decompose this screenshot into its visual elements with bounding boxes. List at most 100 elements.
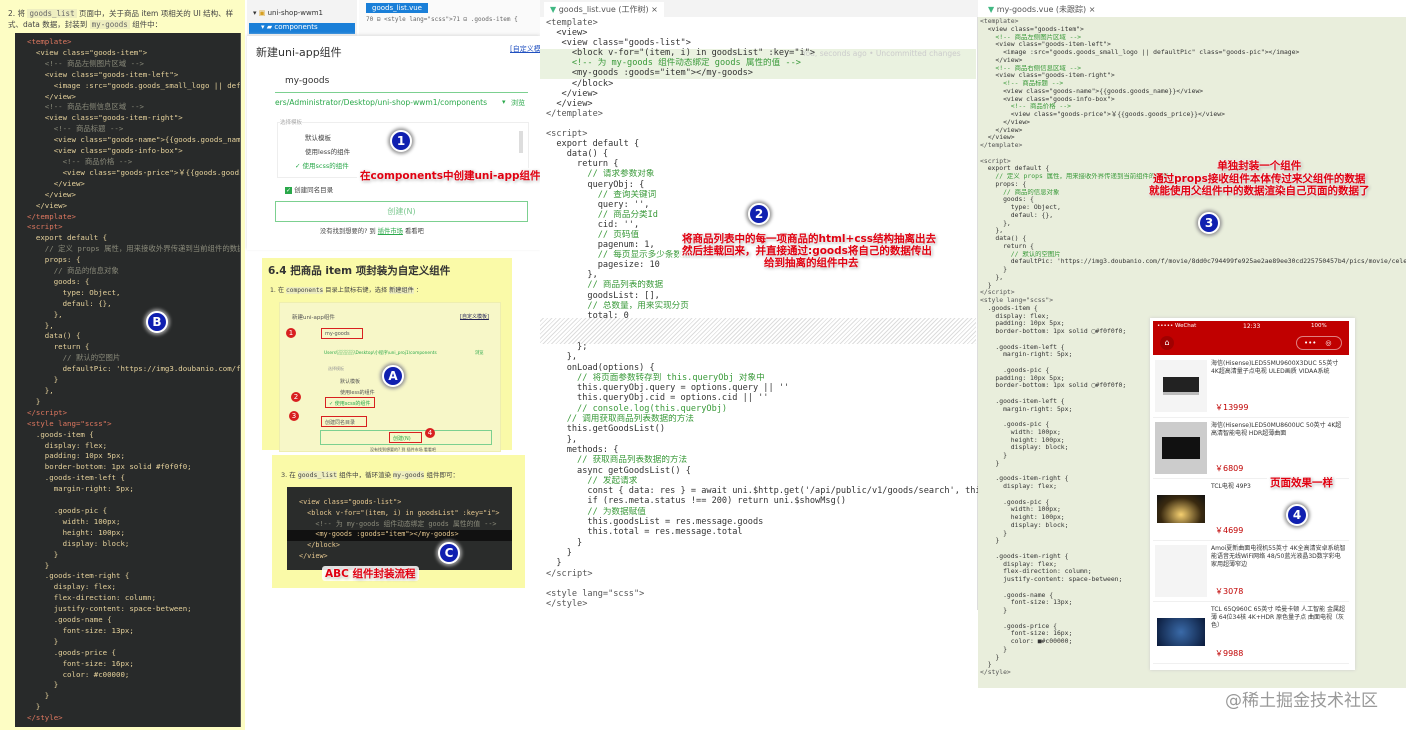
more-icon[interactable]: •••: [1297, 339, 1316, 347]
callout-abc: ABC: [325, 568, 349, 580]
inline-code: 新建组件: [389, 287, 414, 294]
create-button[interactable]: 创建(N): [275, 201, 528, 222]
code-line: <view class="goods-item-right">: [980, 72, 1115, 80]
code-line: </view>: [27, 178, 85, 188]
dialog-footer: 没有找到想要的? 到 插件市场 看看吧: [320, 226, 424, 235]
goods-name: 海信(Hisense)LED50MU8600UC 50英寸 4K超高清智能电视 …: [1211, 421, 1342, 437]
code-line: // 总数量，用来实现分页: [546, 300, 689, 311]
goods-pic: [1155, 360, 1207, 412]
scrollbar[interactable]: [519, 131, 523, 153]
goods-item[interactable]: TCL 65Q960C 65英寸 哈曼卡顿 人工智能 金属超薄 64位34核 4…: [1153, 602, 1349, 664]
tab-label: goods_list.vue (工作树): [558, 5, 649, 14]
template-option-default[interactable]: 默认模板: [305, 132, 331, 142]
close-target-icon[interactable]: ◎: [1316, 339, 1331, 347]
goods-item[interactable]: 海信(Hisense)LED55MU9600X3DUC 55英寸 4K超高清量子…: [1153, 356, 1349, 418]
code-lines: <template> <view class="goods-item"> <!-…: [27, 37, 241, 724]
code-line: <!-- 为 my-goods 组件动态绑定 goods 属性的值 -->: [546, 58, 801, 69]
code-line: },: [27, 320, 54, 330]
goods-list: 海信(Hisense)LED55MU9600X3DUC 55英寸 4K超高清量子…: [1153, 356, 1349, 664]
background-code: 70 ⊟ <style lang="scss">71 ⊟ .goods-item…: [366, 16, 518, 24]
code-line: <block v-for="(item, i) in goodsList" :k…: [546, 48, 816, 59]
code-line: // 为数据赋值: [546, 506, 646, 517]
wechat-phone-preview: ••••• WeChat 12:33 100% ⌂ ••• ◎ 海信(Hisens…: [1150, 318, 1355, 670]
code-line: <!-- 商品标题 -->: [980, 80, 1064, 87]
code-line: }: [546, 558, 562, 569]
template-legend: 选择模板: [328, 366, 344, 371]
code-line: },: [546, 352, 578, 363]
code-line: // 商品的信息对象: [27, 266, 119, 276]
callout-abc-flow: ABC 组件封装流程: [322, 566, 419, 581]
browse-button[interactable]: 浏览: [511, 98, 525, 108]
step-3-instruction: 3. 在 goods_list 组件中，循环渲染 my-goods 组件即可：: [281, 469, 459, 479]
home-icon[interactable]: ⌂: [1160, 336, 1174, 350]
code-line: type: Object,: [27, 287, 121, 297]
tab-goods-list-vue[interactable]: ▼ goods_list.vue (工作树) ×: [544, 2, 664, 17]
code-line: goodsList: [],: [546, 290, 660, 301]
code-line: <view class="goods-name">{{goods.goods_n…: [53, 135, 241, 145]
code-line: <!-- 商品价格 -->: [27, 156, 133, 166]
code-line: <view class="goods-list">: [299, 498, 402, 506]
close-icon[interactable]: ×: [1089, 5, 1096, 14]
code-line: </view>: [299, 551, 328, 560]
badge-2: 2: [748, 203, 770, 225]
path-input[interactable]: ers/Administrator/Desktop/uni-shop-wwm1/…: [275, 98, 515, 107]
tree-item-project[interactable]: ▾ ▣ uni-shop-wwm1: [253, 9, 323, 17]
path-dropdown[interactable]: ▾: [502, 98, 506, 106]
template-option-less[interactable]: 使用less的组件: [305, 146, 350, 156]
code-line: flex-direction: column;: [27, 593, 157, 603]
capsule-menu[interactable]: ••• ◎: [1296, 336, 1342, 350]
code-line: <view class="goods-list">: [546, 38, 691, 49]
code-line: </view>: [27, 189, 76, 199]
goods-name: 海信(Hisense)LED55MU9600X3DUC 55英寸 4K超高清量子…: [1211, 360, 1339, 375]
code-lines-bottom: }; }, onLoad(options) { // 将页面参数转存到 this…: [546, 342, 1038, 610]
goods-pic: [1155, 483, 1207, 535]
code-line: 71 ⊟ .goods-item {: [452, 16, 518, 23]
code-line: if (res.meta.status !== 200) return uni.…: [546, 496, 847, 507]
goods-pic: [1155, 544, 1207, 597]
tab-my-goods-vue[interactable]: ▼ my-goods.vue (未跟踪) ×: [982, 2, 1102, 17]
code-line: <!-- 商品价格 -->: [980, 103, 1071, 111]
goods-pic: [1155, 421, 1207, 474]
code-line: }: [27, 680, 59, 690]
code-line: <block v-for="(item, i) in goodsList" :k…: [299, 508, 500, 517]
code-line: <style lang="scss">: [980, 297, 1054, 304]
callout-create-component: 在components中创建uni-app组件: [357, 168, 544, 183]
nav-bar: ••••• WeChat 12:33 100% ⌂ ••• ◎: [1153, 321, 1349, 355]
option-label: 使用scss的组件: [302, 162, 349, 170]
code-line: </template>: [980, 142, 1023, 149]
callout-props: 单独封装一个组件 通过props接收组件本体传过来父组件的数据 就能使用父组件中…: [1146, 160, 1373, 198]
goods-item[interactable]: 海信(Hisense)LED50MU8600UC 50英寸 4K超高清智能电视 …: [1153, 418, 1349, 479]
inline-code: goods_list: [297, 471, 337, 479]
status-carrier: ••••• WeChat: [1157, 323, 1197, 329]
code-line: data() {: [980, 235, 1027, 242]
code-line: </block>: [546, 78, 614, 89]
code-line: </view>: [980, 118, 1031, 126]
watermark: @稀土掘金技术社区: [1225, 691, 1378, 711]
tab-label: my-goods.vue (未跟踪): [996, 5, 1087, 14]
file-tree: ▾ ▣ uni-shop-wwm1 ▾ ▰ components: [247, 0, 357, 36]
code-line: <image :src="goods.goods_small_logo || d…: [980, 49, 1300, 56]
template-option-scss[interactable]: ✓ 使用scss的组件: [295, 160, 349, 170]
goods-name: TCL 65Q960C 65英寸 哈曼卡顿 人工智能 金属超薄 64位34核 4…: [1211, 606, 1346, 629]
goods-price: ￥13999: [1215, 402, 1249, 412]
code-line: </script>: [546, 568, 593, 579]
browse-button: 浏览: [475, 351, 484, 356]
tab-goods-list[interactable]: goods_list.vue: [366, 3, 428, 13]
code-line: .goods-item {: [980, 304, 1038, 312]
code-line: },: [27, 386, 54, 395]
badge-3: 3: [1198, 212, 1220, 234]
callout-text: 组件封装流程: [352, 568, 416, 580]
goods-item[interactable]: Amoi夏新曲面电视机55英寸 4K全高清安卓系统智能语音无线WiFi网络 48…: [1153, 541, 1349, 602]
folded-region[interactable]: [540, 318, 976, 344]
text: 3. 在: [281, 471, 296, 479]
vue-icon: ▼: [550, 5, 557, 14]
plugin-market-link[interactable]: 插件市场: [378, 228, 403, 235]
code-line: </view>: [980, 56, 1023, 64]
tree-item-components[interactable]: ▾ ▰ components: [249, 23, 355, 34]
same-name-folder-checkbox[interactable]: ✓ 创建同名目录: [285, 184, 333, 194]
close-icon[interactable]: ×: [651, 5, 658, 14]
code-line: defaultPic: 'https://img3.doubanio.com/f…: [1010, 258, 1406, 266]
code-line: const { data: res } = await uni.$http.ge…: [546, 486, 1038, 497]
component-name-input[interactable]: my-goods: [275, 76, 528, 93]
